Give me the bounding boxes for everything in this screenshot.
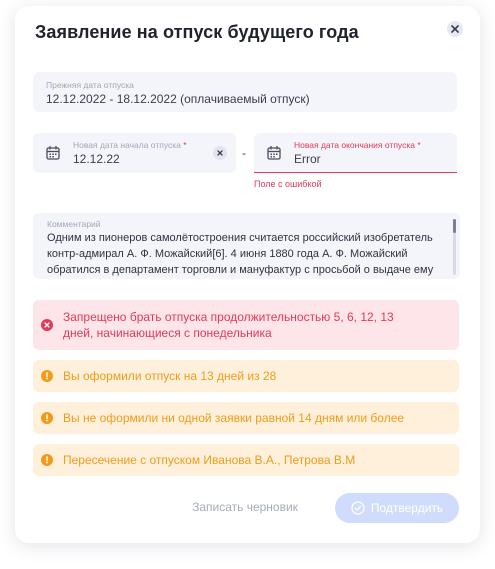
dialog-title: Заявление на отпуск будущего года bbox=[35, 22, 359, 42]
scroll-thumb[interactable] bbox=[453, 219, 456, 233]
clear-icon bbox=[217, 150, 223, 156]
calendar-icon bbox=[267, 145, 281, 160]
end-date-error-text: Поле с ошибкой bbox=[254, 179, 322, 189]
end-date-value: Error bbox=[294, 152, 321, 166]
end-date-label: Новая дата окончания отпуска * bbox=[294, 140, 421, 150]
previous-date-value: 12.12.2022 - 18.12.2022 (оплачиваемый от… bbox=[46, 92, 310, 106]
comment-scrollbar[interactable] bbox=[453, 219, 456, 275]
close-icon bbox=[451, 25, 459, 33]
confirm-label: Подтвердить bbox=[370, 501, 444, 515]
start-date-field[interactable]: Новая дата начала отпуска * 12.12.22 bbox=[33, 133, 236, 173]
alert-message: Вы не оформили ни одной заявки равной 14… bbox=[63, 411, 405, 425]
alert-message: Пересечение с отпуском Иванова В.А., Пет… bbox=[63, 453, 356, 467]
warning-icon bbox=[41, 454, 53, 466]
confirm-button[interactable]: Подтвердить bbox=[335, 493, 459, 523]
error-icon bbox=[41, 319, 53, 331]
warning-icon bbox=[41, 370, 53, 382]
calendar-icon bbox=[46, 145, 60, 160]
alert-message: Вы оформили отпуск на 13 дней из 28 bbox=[63, 369, 277, 383]
alert-warning: Вы не оформили ни одной заявки равной 14… bbox=[33, 402, 459, 434]
comment-label: Комментарий bbox=[47, 219, 101, 229]
start-date-value: 12.12.22 bbox=[73, 152, 120, 166]
alert-message: Запрещено брать отпуска продолжительност… bbox=[63, 310, 394, 340]
alert-warning: Вы оформили отпуск на 13 дней из 28 bbox=[33, 360, 459, 392]
close-button[interactable] bbox=[447, 21, 463, 37]
comment-text: Одним из пионеров самолётостроения счита… bbox=[47, 232, 434, 276]
previous-date-field: Прежняя дата отпуска 12.12.2022 - 18.12.… bbox=[33, 72, 457, 112]
start-date-label: Новая дата начала отпуска * bbox=[73, 140, 187, 150]
warning-icon bbox=[41, 412, 53, 424]
vacation-dialog: Заявление на отпуск будущего года Прежня… bbox=[15, 6, 480, 543]
clear-date-button[interactable] bbox=[213, 146, 227, 160]
save-draft-button[interactable]: Записать черновик bbox=[175, 493, 315, 521]
end-date-field[interactable]: Новая дата окончания отпуска * Error bbox=[254, 133, 457, 173]
comment-field[interactable]: Комментарий Одним из пионеров самолётост… bbox=[33, 213, 460, 279]
date-separator: - bbox=[242, 146, 246, 160]
check-circle-icon bbox=[351, 501, 365, 515]
alert-error: Запрещено брать отпуска продолжительност… bbox=[33, 300, 459, 350]
previous-date-label: Прежняя дата отпуска bbox=[46, 80, 134, 90]
alert-warning: Пересечение с отпуском Иванова В.А., Пет… bbox=[33, 444, 459, 476]
